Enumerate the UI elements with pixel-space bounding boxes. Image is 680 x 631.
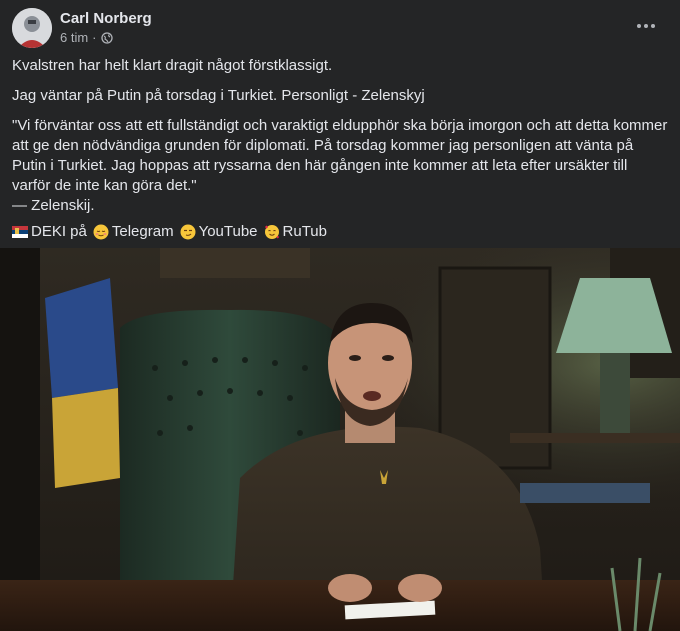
quote-line: varför de inte kan göra det.": [12, 177, 197, 194]
post-header: Carl Norberg 6 tim ·: [12, 8, 668, 48]
more-options-icon[interactable]: [632, 14, 660, 38]
quote-attribution: — Zelenskij.: [12, 197, 95, 214]
quote-block: "Vi förväntar oss att ett fullständigt o…: [12, 116, 672, 216]
meta-separator: ·: [92, 30, 97, 45]
quote-line: att ge den nödvändiga grunden för diplom…: [12, 137, 634, 154]
quote-line: "Vi förväntar oss att ett fullständigt o…: [12, 117, 668, 134]
rutube-link[interactable]: RuTub: [283, 222, 327, 242]
globe-icon[interactable]: [100, 31, 113, 44]
post-paragraph-1: Kvalstren har helt klart dragit något fö…: [12, 57, 333, 74]
smirking-face-icon: [180, 224, 196, 240]
speaker-at-desk-image: [0, 248, 680, 631]
links-prefix: DEKI på: [31, 223, 87, 240]
post-timestamp[interactable]: 6 tim: [60, 30, 88, 45]
post-meta: 6 tim ·: [60, 30, 113, 45]
channel-links: DEKI på Telegram YouTube RuTub: [12, 222, 672, 242]
youtube-link[interactable]: YouTube: [199, 222, 258, 242]
post-text: Kvalstren har helt klart dragit något fö…: [12, 56, 672, 242]
telegram-link[interactable]: Telegram: [112, 222, 174, 242]
facebook-post: Carl Norberg 6 tim · Kvalstren har helt …: [0, 0, 680, 631]
serbian-flag-icon: [12, 224, 28, 240]
post-photo[interactable]: [0, 248, 680, 631]
author-name[interactable]: Carl Norberg: [60, 10, 152, 27]
relieved-face-icon: [93, 224, 109, 240]
post-paragraph-2: Jag väntar på Putin på torsdag i Turkiet…: [12, 87, 425, 104]
smiling-face-with-hearts-icon: [264, 224, 280, 240]
author-avatar[interactable]: [12, 8, 52, 48]
quote-line: Putin i Turkiet. Jag hoppas att ryssarna…: [12, 157, 628, 174]
